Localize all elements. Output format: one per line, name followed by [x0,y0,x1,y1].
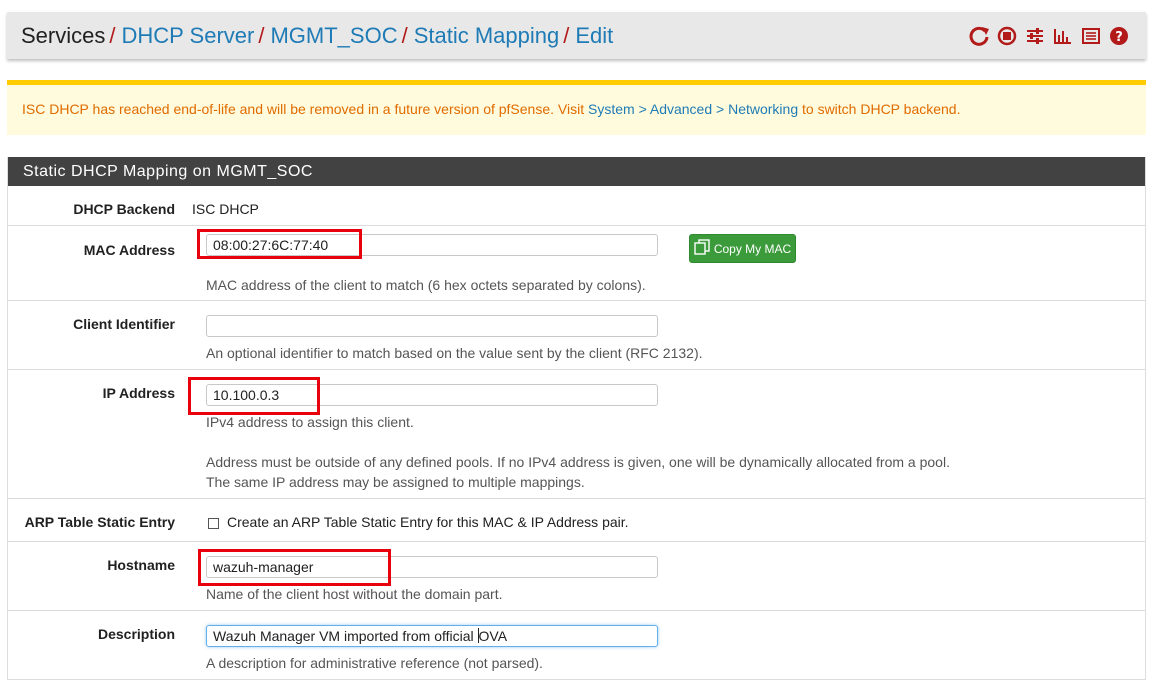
highlight-box [197,229,362,259]
breadcrumb-separator: / [109,23,116,48]
breadcrumb-separator: / [563,23,570,48]
description-text: Wazuh Manager VM imported from official [213,628,478,644]
row-hostname: Hostname wazuh-manager Name of the clien… [8,542,1145,611]
breadcrumb-dhcp-server-link[interactable]: DHCP Server [121,23,254,48]
ip-address-label: IP Address [102,385,175,401]
breadcrumb-separator: / [401,23,408,48]
client-identifier-input[interactable] [206,315,658,337]
highlight-box [198,549,391,586]
help-icon[interactable]: ? [1108,25,1130,47]
mac-address-label: MAC Address [83,242,175,258]
chart-icon[interactable] [1052,25,1074,47]
reload-icon[interactable] [968,25,990,47]
page-header: Services / DHCP Server / MGMT_SOC / Static Map… [7,12,1146,59]
ip-address-help-pools: Address must be outside of any defined p… [206,454,950,470]
breadcrumb-edit-link[interactable]: Edit [575,23,613,48]
eol-warning-alert: ISC DHCP has reached end-of-life and wil… [7,80,1146,135]
description-label: Description [97,626,175,642]
alert-message: ISC DHCP has reached end-of-life and wil… [22,101,960,117]
description-help: A description for administrative referen… [206,655,543,671]
breadcrumb-static-mapping-link[interactable]: Static Mapping [414,23,560,48]
ip-address-help: IPv4 address to assign this client. [206,414,414,430]
row-dhcp-backend: DHCP Backend ISC DHCP [8,186,1145,226]
copy-my-mac-button[interactable]: Copy My MAC [689,234,796,263]
hostname-label: Hostname [107,557,175,573]
alert-text-before: ISC DHCP has reached end-of-life and wil… [22,101,588,117]
description-input[interactable]: Wazuh Manager VM imported from official … [206,625,658,647]
svg-text:?: ? [1115,30,1123,45]
arp-entry-checkbox[interactable] [208,518,219,529]
mac-address-help: MAC address of the client to match (6 he… [206,277,646,293]
alert-networking-link[interactable]: System > Advanced > Networking [588,101,798,117]
arp-entry-label: ARP Table Static Entry [24,514,175,530]
row-arp-entry: ARP Table Static Entry Create an ARP Tab… [8,499,1145,542]
breadcrumb-interface-link[interactable]: MGMT_SOC [270,23,397,48]
copy-my-mac-label: Copy My MAC [713,241,792,256]
static-mapping-panel: Static DHCP Mapping on MGMT_SOC DHCP Bac… [7,157,1146,680]
client-identifier-label: Client Identifier [73,316,175,332]
hostname-help: Name of the client host without the doma… [206,586,503,602]
header-toolbar: ? [968,25,1130,47]
row-ip-address: IP Address 10.100.0.3 IPv4 address to as… [8,370,1145,499]
breadcrumb-separator: / [258,23,265,48]
settings-sliders-icon[interactable] [1024,25,1046,47]
breadcrumb: Services / DHCP Server / MGMT_SOC / Static Map… [21,23,613,49]
stop-icon[interactable] [996,25,1018,47]
arp-entry-checkbox-label[interactable]: Create an ARP Table Static Entry for thi… [227,514,629,530]
panel-title: Static DHCP Mapping on MGMT_SOC [8,157,1145,186]
row-description: Description Wazuh Manager VM imported fr… [8,611,1145,680]
alert-text-after: to switch DHCP backend. [798,101,961,117]
ip-address-help-multiple: The same IP address may be assigned to m… [206,474,585,490]
description-text-end: OVA [478,628,508,644]
dhcp-backend-value: ISC DHCP [192,201,259,217]
log-list-icon[interactable] [1080,25,1102,47]
copy-icon [694,239,710,258]
client-identifier-help: An optional identifier to match based on… [206,345,703,361]
breadcrumb-services: Services [21,23,106,48]
row-client-identifier: Client Identifier An optional identifier… [8,301,1145,370]
highlight-box [188,377,320,415]
row-mac-address: MAC Address 08:00:27:6C:77:40 Copy My MA… [8,226,1145,301]
dhcp-backend-label: DHCP Backend [73,201,175,217]
